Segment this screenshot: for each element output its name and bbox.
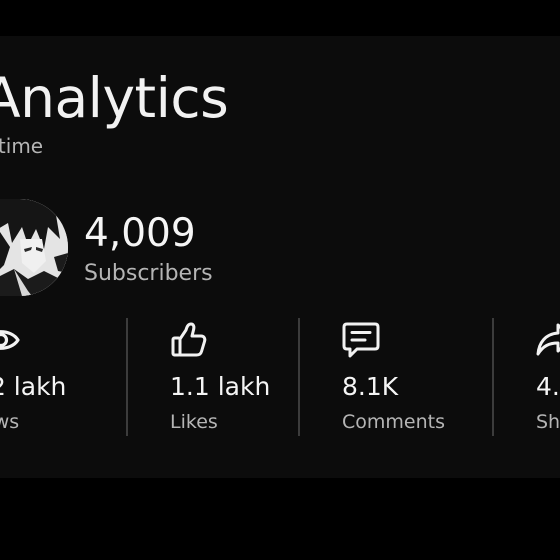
subscriber-count: 4,009 bbox=[84, 211, 196, 256]
shares-value: 4. bbox=[536, 372, 560, 401]
likes-label: Likes bbox=[170, 411, 218, 433]
subscriber-label: Subscribers bbox=[84, 261, 213, 286]
eye-icon bbox=[0, 330, 20, 350]
page-title: Analytics bbox=[0, 66, 229, 130]
views-label: ews bbox=[0, 411, 20, 433]
comments-value: 8.1K bbox=[342, 372, 399, 401]
share-icon bbox=[536, 323, 560, 356]
shares-label: Sh bbox=[536, 411, 560, 433]
divider bbox=[298, 318, 300, 436]
divider bbox=[126, 318, 128, 436]
divider bbox=[492, 318, 494, 436]
thumbs-up-icon bbox=[171, 322, 207, 357]
channel-avatar[interactable] bbox=[0, 199, 68, 296]
views-value: .2 lakh bbox=[0, 372, 67, 401]
likes-value: 1.1 lakh bbox=[170, 372, 271, 401]
avatar-illustration bbox=[0, 199, 68, 296]
analytics-panel: Analytics l time 4,009 Subscribers bbox=[0, 36, 560, 478]
screen: Analytics l time 4,009 Subscribers bbox=[0, 0, 560, 560]
time-period-label[interactable]: l time bbox=[0, 133, 43, 159]
comments-label: Comments bbox=[342, 411, 445, 433]
comment-icon bbox=[342, 322, 380, 358]
